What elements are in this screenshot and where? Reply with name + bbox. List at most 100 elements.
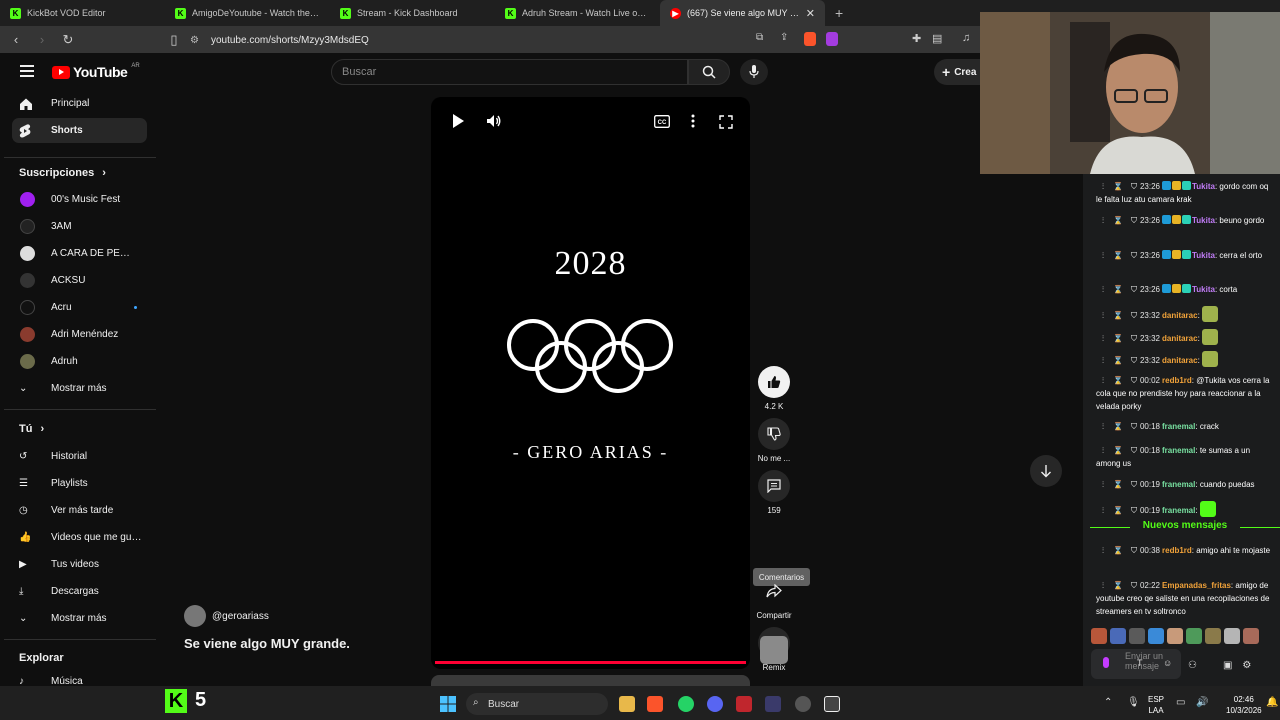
chat-username[interactable]: franemal bbox=[1162, 506, 1195, 515]
pin-icon[interactable]: ⫶ bbox=[1102, 446, 1104, 455]
chat-username[interactable]: redb1rd bbox=[1162, 376, 1192, 385]
timeout-icon[interactable]: ⌛ bbox=[1113, 356, 1123, 365]
you-header[interactable]: Tú › bbox=[19, 423, 44, 435]
sidebar-item-subscription[interactable]: Adruh bbox=[12, 349, 147, 374]
pin-icon[interactable]: ⫶ bbox=[1102, 285, 1104, 294]
gear-icon[interactable]: ⚙ bbox=[1242, 660, 1251, 671]
discord-icon[interactable] bbox=[707, 696, 723, 712]
shield-icon[interactable]: ⛉ bbox=[1131, 376, 1137, 385]
chat-username[interactable]: danitarac bbox=[1162, 334, 1198, 343]
search-input[interactable]: Buscar bbox=[331, 59, 688, 85]
close-tab-icon[interactable]: ✕ bbox=[806, 7, 815, 20]
sidebar-item-principal[interactable]: Principal bbox=[12, 91, 147, 116]
chat-username[interactable]: Tukita bbox=[1192, 182, 1215, 191]
emote-icon[interactable] bbox=[1205, 628, 1221, 644]
emote-icon[interactable] bbox=[1186, 628, 1202, 644]
chat-username[interactable]: danitarac bbox=[1162, 311, 1198, 320]
shield-icon[interactable]: ⛉ bbox=[1131, 480, 1137, 489]
sidebar-item-ver-mas-tarde[interactable]: ◷ Ver más tarde bbox=[12, 498, 147, 523]
pin-icon[interactable]: ⫶ bbox=[1102, 546, 1104, 555]
shield-icon[interactable]: ⛉ bbox=[1131, 216, 1137, 225]
language-indicator[interactable]: ESP LAA bbox=[1148, 694, 1164, 716]
shield-icon[interactable]: ⛉ bbox=[1131, 581, 1137, 590]
timeout-icon[interactable]: ⌛ bbox=[1113, 216, 1123, 225]
shield-icon[interactable]: ⛉ bbox=[1131, 251, 1137, 260]
timeout-icon[interactable]: ⌛ bbox=[1113, 311, 1123, 320]
show-more-subscriptions[interactable]: ⌄ Mostrar más bbox=[12, 376, 147, 401]
chat-username[interactable]: franemal bbox=[1162, 480, 1195, 489]
timeout-icon[interactable]: ⌛ bbox=[1113, 285, 1123, 294]
share-icon[interactable]: ⇪ bbox=[780, 32, 788, 43]
shield-icon[interactable]: ⛉ bbox=[1131, 311, 1137, 320]
pin-icon[interactable]: ⫶ bbox=[1102, 216, 1104, 225]
pin-icon[interactable]: ⫶ bbox=[1102, 581, 1104, 590]
progress-bar[interactable] bbox=[435, 661, 746, 664]
sidebar-item-descargas[interactable]: ⤓ Descargas bbox=[12, 579, 147, 604]
timeout-icon[interactable]: ⌛ bbox=[1113, 376, 1123, 385]
timeout-icon[interactable]: ⌛ bbox=[1113, 546, 1123, 555]
pin-icon[interactable]: ⫶ bbox=[1102, 311, 1104, 320]
pin-icon[interactable]: ⫶ bbox=[1102, 506, 1104, 515]
text-format-icon[interactable]: T bbox=[1137, 658, 1143, 668]
like-button[interactable]: 4.2 K bbox=[757, 366, 791, 411]
obs-icon[interactable] bbox=[824, 696, 840, 712]
emote-icon[interactable] bbox=[1243, 628, 1259, 644]
subscriptions-header[interactable]: Suscripciones › bbox=[19, 167, 106, 179]
chat-username[interactable]: Tukita bbox=[1192, 285, 1215, 294]
share-button[interactable]: Compartir bbox=[756, 575, 792, 620]
sidebar-item-subscription[interactable]: Adri Menéndez bbox=[12, 322, 147, 347]
chat-username[interactable]: danitarac bbox=[1162, 356, 1198, 365]
new-messages-divider[interactable]: Nuevos mensajes bbox=[1090, 520, 1280, 531]
brave-shield-icon[interactable] bbox=[804, 32, 816, 46]
back-icon[interactable]: ‹ bbox=[6, 32, 26, 47]
volume-icon[interactable] bbox=[486, 113, 502, 134]
sidebar-item-subscription[interactable]: Acru bbox=[12, 295, 147, 320]
network-icon[interactable]: ▭ bbox=[1176, 697, 1185, 708]
brave-browser-icon[interactable] bbox=[647, 696, 663, 712]
sidebar-item-playlists[interactable]: ☰ Playlists bbox=[12, 471, 147, 496]
timeout-icon[interactable]: ⌛ bbox=[1113, 251, 1123, 260]
chat-username[interactable]: franemal bbox=[1162, 422, 1195, 431]
shield-icon[interactable]: ⛉ bbox=[1131, 356, 1137, 365]
shield-icon[interactable]: ⛉ bbox=[1131, 334, 1137, 343]
emote-icon[interactable] bbox=[1224, 628, 1240, 644]
chat-username[interactable]: redb1rd bbox=[1162, 546, 1192, 555]
rewards-icon[interactable] bbox=[826, 32, 838, 46]
channel-info[interactable]: @geroariass bbox=[184, 605, 269, 627]
chat-username[interactable]: Tukita bbox=[1192, 216, 1215, 225]
timeout-icon[interactable]: ⌛ bbox=[1113, 506, 1123, 515]
emote-icon[interactable] bbox=[1091, 628, 1107, 644]
notification-icon[interactable]: 🔔 bbox=[1266, 697, 1278, 708]
sidebar-item-musica[interactable]: ♪ Música bbox=[12, 669, 147, 686]
site-info-icon[interactable]: ⚙ bbox=[190, 35, 199, 46]
media-app-icon[interactable] bbox=[736, 696, 752, 712]
volume-tray-icon[interactable]: 🔊 bbox=[1196, 697, 1208, 708]
next-short-preview[interactable] bbox=[431, 675, 750, 686]
reload-icon[interactable]: ↻ bbox=[58, 32, 78, 48]
play-icon[interactable] bbox=[451, 113, 465, 134]
next-video-button[interactable] bbox=[1030, 455, 1062, 487]
browser-tab[interactable]: K KickBot VOD Editor bbox=[0, 0, 165, 26]
windows-start-icon[interactable] bbox=[440, 696, 456, 712]
captions-icon[interactable]: CC bbox=[654, 115, 670, 133]
mic-icon[interactable] bbox=[1103, 657, 1109, 668]
forward-icon[interactable]: › bbox=[32, 32, 52, 47]
shield-icon[interactable]: ⛉ bbox=[1131, 285, 1137, 294]
fullscreen-icon[interactable] bbox=[719, 115, 733, 134]
sidebar-toggle-icon[interactable]: ▤ bbox=[932, 32, 942, 45]
url-field[interactable]: ⚙ youtube.com/shorts/Mzyy3MdsdEQ bbox=[190, 30, 1010, 50]
channel-avatar[interactable] bbox=[184, 605, 206, 627]
shield-icon[interactable]: ⛉ bbox=[1131, 546, 1137, 555]
tray-chevron-icon[interactable]: ⌃ bbox=[1104, 697, 1112, 708]
timeout-icon[interactable]: ⌛ bbox=[1113, 480, 1123, 489]
steam-icon[interactable] bbox=[795, 696, 811, 712]
sidebar-item-subscription[interactable]: ACKSU bbox=[12, 268, 147, 293]
timeout-icon[interactable]: ⌛ bbox=[1113, 182, 1123, 191]
pin-icon[interactable]: ⫶ bbox=[1102, 334, 1104, 343]
voice-search-button[interactable] bbox=[740, 59, 768, 85]
clock[interactable]: 02:46 10/3/2026 bbox=[1226, 694, 1262, 716]
sidebar-item-liked-videos[interactable]: 👍 Videos que me gus... bbox=[12, 525, 147, 550]
browser-tab[interactable]: KAmigoDeYoutube - Watch the VOD o bbox=[165, 0, 330, 26]
search-button[interactable] bbox=[688, 59, 730, 85]
timeout-icon[interactable]: ⌛ bbox=[1113, 581, 1123, 590]
